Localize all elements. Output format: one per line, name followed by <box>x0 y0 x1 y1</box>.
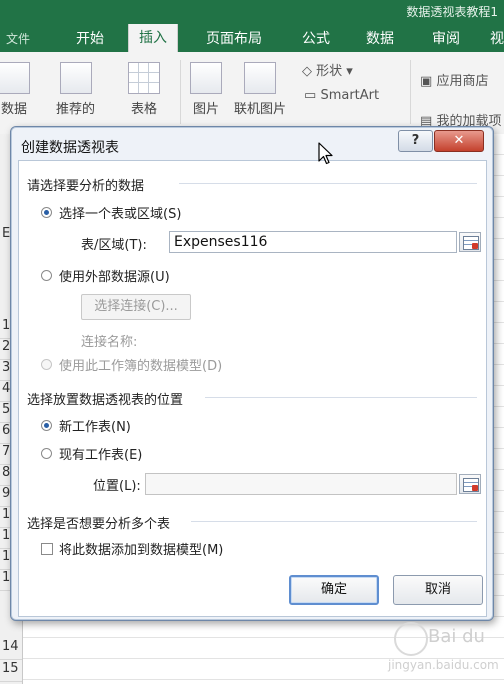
shapes-icon: ◇ <box>302 64 312 79</box>
create-pivot-table-dialog: 创建数据透视表 ? ✕ 请选择要分析的数据 选择一个表或区域(S) 表/区域(T… <box>10 126 494 621</box>
window-title: 数据透视表教程1 <box>406 5 498 19</box>
watermark-subtext: jingyan.baidu.com <box>388 658 499 672</box>
smartart-icon: ▭ <box>304 88 317 103</box>
section-title-multiple-tables: 选择是否想要分析多个表 <box>27 517 171 532</box>
label-existing-worksheet[interactable]: 现有工作表(E) <box>59 444 142 463</box>
radio-data-model[interactable] <box>41 359 52 370</box>
help-button[interactable]: ? <box>398 130 433 152</box>
label-table-range: 表/区域(T): <box>81 238 147 253</box>
store-icon: ▣ <box>420 74 433 89</box>
label-data-model[interactable]: 使用此工作簿的数据模型(D) <box>59 355 222 374</box>
picture-icon <box>190 62 222 94</box>
tab-page-layout[interactable]: 页面布局 <box>206 28 262 48</box>
mouse-pointer-icon <box>318 142 333 165</box>
recommended-pivot-label: 推荐的 <box>56 102 96 117</box>
table-command[interactable]: 表格 <box>128 62 160 117</box>
radio-new-worksheet[interactable] <box>41 420 52 431</box>
pivot-table-label: 数据 <box>0 102 27 117</box>
paw-icon <box>394 622 428 656</box>
shapes-command[interactable]: ◇ 形状 ▾ <box>302 60 353 79</box>
close-icon: ✕ <box>453 133 465 148</box>
label-select-table-range[interactable]: 选择一个表或区域(S) <box>59 203 181 222</box>
smartart-command[interactable]: ▭ SmartArt <box>304 88 379 103</box>
label-add-to-data-model[interactable]: 将此数据添加到数据模型(M) <box>59 539 223 558</box>
ribbon-separator <box>180 60 181 124</box>
collapse-range-button[interactable] <box>459 232 481 252</box>
close-button[interactable]: ✕ <box>434 130 484 152</box>
label-connection-name: 连接名称: <box>81 335 138 350</box>
section-divider <box>179 183 477 184</box>
online-picture-label: 联机图片 <box>234 102 287 117</box>
section-divider <box>191 521 477 522</box>
recommended-pivot-command[interactable]: 推荐的 <box>56 62 95 117</box>
ok-button[interactable]: 确定 <box>289 575 379 605</box>
ribbon-separator <box>410 60 411 124</box>
table-range-input[interactable]: Expenses116 <box>169 231 457 253</box>
dialog-content: 请选择要分析的数据 选择一个表或区域(S) 表/区域(T): Expenses1… <box>18 160 487 617</box>
tab-review[interactable]: 审阅 <box>432 28 460 48</box>
recommended-pivot-icon <box>59 62 92 94</box>
baidu-watermark: Bai du jingyan.baidu.com <box>374 620 504 682</box>
tab-view[interactable]: 视 <box>490 28 504 48</box>
row-header[interactable]: 15 <box>0 661 22 682</box>
tab-file[interactable]: 文件 <box>6 30 30 47</box>
picture-command[interactable]: 图片 <box>190 62 222 117</box>
shapes-label: 形状 <box>316 64 343 79</box>
smartart-label: SmartArt <box>320 88 380 103</box>
chevron-down-icon: ▾ <box>346 64 353 79</box>
radio-select-table-range[interactable] <box>41 207 52 218</box>
tab-data[interactable]: 数据 <box>366 28 394 48</box>
pivot-table-command[interactable]: 数据 <box>0 62 30 117</box>
table-label: 表格 <box>130 102 157 117</box>
picture-label: 图片 <box>192 102 219 117</box>
choose-connection-button[interactable]: 选择连接(C)... <box>81 294 191 320</box>
radio-existing-worksheet[interactable] <box>41 448 52 459</box>
app-store-command[interactable]: ▣ 应用商店 <box>420 70 488 89</box>
tab-formulas[interactable]: 公式 <box>302 28 330 48</box>
online-picture-icon <box>244 62 276 94</box>
collapse-location-button[interactable] <box>459 474 481 494</box>
radio-external-source[interactable] <box>41 270 52 281</box>
ribbon-tab-bar: 文件 开始 插入 页面布局 公式 数据 审阅 视 <box>0 22 504 52</box>
section-title-placement: 选择放置数据透视表的位置 <box>27 393 184 408</box>
pivot-table-icon <box>0 62 30 94</box>
tab-insert[interactable]: 插入 <box>128 24 178 52</box>
location-input[interactable] <box>145 473 457 495</box>
checkbox-add-to-data-model[interactable] <box>41 543 53 555</box>
section-divider <box>205 397 477 398</box>
label-new-worksheet[interactable]: 新工作表(N) <box>59 416 131 435</box>
app-store-label: 应用商店 <box>436 74 489 89</box>
ribbon: 数据 推荐的 表格 图片 联机图片 ◇ 形状 ▾ ▭ SmartArt ▣ 应用… <box>0 52 504 135</box>
watermark-text: Bai du <box>428 626 485 647</box>
online-picture-command[interactable]: 联机图片 <box>234 62 286 117</box>
tab-home[interactable]: 开始 <box>76 28 104 48</box>
dialog-title: 创建数据透视表 <box>21 140 119 156</box>
excel-title-bar: 数据透视表教程1 <box>0 0 504 22</box>
label-external-source[interactable]: 使用外部数据源(U) <box>59 266 170 285</box>
cancel-button[interactable]: 取消 <box>393 575 483 605</box>
section-title-choose-data: 请选择要分析的数据 <box>27 179 145 194</box>
row-header[interactable]: 14 <box>0 639 22 660</box>
table-icon <box>128 62 160 94</box>
label-location: 位置(L): <box>93 479 141 494</box>
